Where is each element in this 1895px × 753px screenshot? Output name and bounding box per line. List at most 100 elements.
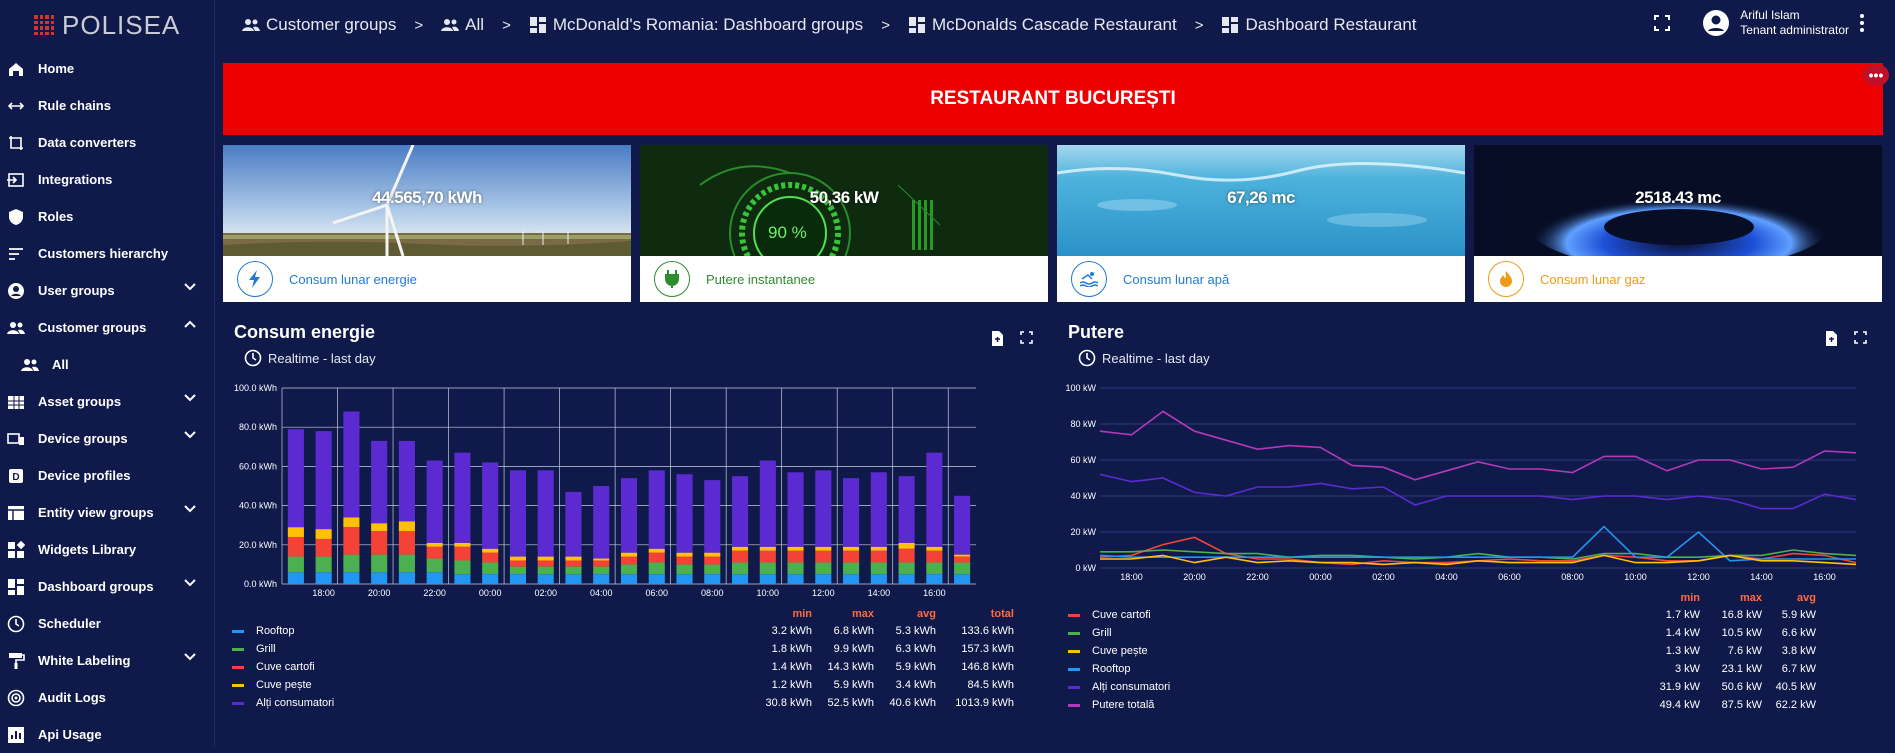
legend-min: 30.8 kWh xyxy=(765,697,812,709)
home-icon xyxy=(6,59,26,79)
hierarchy-icon xyxy=(6,244,26,264)
chevron-down-icon[interactable] xyxy=(184,653,196,661)
fullscreen-icon[interactable] xyxy=(1654,15,1671,31)
card-energy: 44.565,70 kWh Consum lunar energie xyxy=(223,145,631,302)
bar-segment xyxy=(482,574,499,584)
legend-row[interactable]: Cuve cartofi 1.4 kWh 14.3 kWh 5.9 kWh 146.8 … xyxy=(232,658,1014,676)
sidebar-item-device-profiles[interactable]: D Device profiles xyxy=(0,457,214,494)
sidebar-item-user-groups[interactable]: User groups xyxy=(0,272,214,309)
bar-segment xyxy=(509,574,527,584)
bar-segment xyxy=(926,550,943,563)
breadcrumb-item[interactable]: All xyxy=(441,15,484,35)
bar-segment xyxy=(815,546,832,551)
clock-icon xyxy=(244,349,262,367)
user-box[interactable]: Ariful Islam Tenant administrator xyxy=(1654,8,1865,38)
bar-segment xyxy=(426,572,443,584)
sidebar-item-data-converters[interactable]: Data converters xyxy=(0,124,214,161)
legend-series-name: Cuve pește xyxy=(256,679,312,691)
sidebar-item-label: Customers hierarchy xyxy=(38,246,169,261)
breadcrumb-item[interactable]: McDonalds Cascade Restaurant xyxy=(908,15,1177,35)
legend-row[interactable]: Alți consumatori 30.8 kWh 52.5 kWh 40.6 kWh… xyxy=(232,694,1014,712)
sidebar-item-white-labeling[interactable]: White Labeling xyxy=(0,642,214,679)
swimming-icon xyxy=(1071,261,1107,297)
breadcrumb-label: All xyxy=(465,15,485,34)
x-tick-label: 00:00 xyxy=(479,588,502,598)
legend-series-name: Alți consumatori xyxy=(256,697,335,709)
bar-segment xyxy=(954,574,971,584)
legend-max: 16.8 kW xyxy=(1721,609,1762,621)
sidebar-item-rule-chains[interactable]: Rule chains xyxy=(0,87,214,124)
legend-row[interactable]: Grill 1.4 kW 10.5 kW 6.6 kW xyxy=(1068,624,1816,642)
bar-segment xyxy=(620,556,638,565)
legend-row[interactable]: Grill 1.8 kWh 9.9 kWh 6.3 kWh 157.3 kWh xyxy=(232,640,1014,658)
legend-header-min: min xyxy=(792,608,812,620)
export-file-icon[interactable] xyxy=(991,331,1004,346)
chevron-down-icon[interactable] xyxy=(184,283,196,291)
legend-total: 157.3 kWh xyxy=(961,643,1014,655)
legend-row[interactable]: Cuve pește 1.3 kW 7.6 kW 3.8 kW xyxy=(1068,642,1816,660)
power-timewindow[interactable]: Realtime - last day xyxy=(1078,349,1210,367)
bar-segment xyxy=(787,574,804,584)
export-file-icon[interactable] xyxy=(1825,331,1838,346)
breadcrumb-item[interactable]: Dashboard Restaurant xyxy=(1221,15,1417,35)
chevron-down-icon[interactable] xyxy=(184,431,196,439)
legend-row[interactable]: Rooftop 3.2 kWh 6.8 kWh 5.3 kWh 133.6 kWh xyxy=(232,622,1014,640)
legend-series-name: Rooftop xyxy=(1092,663,1131,675)
sidebar-item-customers-hierarchy[interactable]: Customers hierarchy xyxy=(0,235,214,272)
breadcrumb-item[interactable]: Customer groups xyxy=(242,15,396,35)
chevron-down-icon[interactable] xyxy=(184,394,196,402)
logo[interactable]: POLISEA xyxy=(0,0,214,50)
legend-min: 3 kW xyxy=(1674,663,1700,675)
legend-swatch xyxy=(232,665,244,669)
legend-row[interactable]: Cuve cartofi 1.7 kW 16.8 kW 5.9 kW xyxy=(1068,606,1816,624)
sidebar-item-label: Asset groups xyxy=(38,394,122,409)
sidebar-item-device-groups[interactable]: Device groups xyxy=(0,420,214,457)
widget-menu-button[interactable]: ••• xyxy=(1863,65,1889,85)
energy-timewindow[interactable]: Realtime - last day xyxy=(244,349,376,367)
chevron-up-icon[interactable] xyxy=(184,320,196,328)
sidebar-item-label: Rule chains xyxy=(38,98,111,113)
plug-icon xyxy=(654,261,690,297)
breadcrumb-separator: > xyxy=(502,16,511,34)
sidebar-item-label: Widgets Library xyxy=(38,542,137,557)
gas-value: 2518.43 mc xyxy=(1635,188,1721,207)
bar-segment xyxy=(843,550,860,563)
energy-label: Consum lunar energie xyxy=(289,271,417,287)
bar-segment xyxy=(704,552,721,557)
sidebar-item-integrations[interactable]: Integrations xyxy=(0,161,214,198)
legend-swatch xyxy=(1068,631,1080,635)
sidebar-item-asset-groups[interactable]: Asset groups xyxy=(0,383,214,420)
bar-segment xyxy=(898,542,915,549)
bar-segment xyxy=(843,574,860,584)
more-vert-icon[interactable] xyxy=(1859,13,1865,33)
bar-segment xyxy=(648,574,665,584)
bar-segment xyxy=(343,411,360,518)
fullscreen-icon[interactable] xyxy=(1020,331,1033,344)
fullscreen-icon[interactable] xyxy=(1854,331,1867,344)
sidebar-item-scheduler[interactable]: Scheduler xyxy=(0,605,214,642)
bar-segment xyxy=(482,548,499,553)
sidebar-item-api-usage[interactable]: Api Usage xyxy=(0,716,214,753)
legend-row[interactable]: Alți consumatori 31.9 kW 50.6 kW 40.5 kW xyxy=(1068,678,1816,696)
sidebar-item-customer-groups[interactable]: Customer groups xyxy=(0,309,214,346)
chevron-down-icon[interactable] xyxy=(184,579,196,587)
sidebar-item-entity-view-groups[interactable]: Entity view groups xyxy=(0,494,214,531)
sidebar-item-home[interactable]: Home xyxy=(0,50,214,87)
sidebar-item-roles[interactable]: Roles xyxy=(0,198,214,235)
sidebar-item-dashboard-groups[interactable]: Dashboard groups xyxy=(0,568,214,605)
legend-row[interactable]: Rooftop 3 kW 23.1 kW 6.7 kW xyxy=(1068,660,1816,678)
sidebar-item-widgets-library[interactable]: Widgets Library xyxy=(0,531,214,568)
sidebar-item-all[interactable]: All xyxy=(0,346,214,383)
asset-groups-icon xyxy=(6,392,26,412)
legend-row[interactable]: Putere totală 49.4 kW 87.5 kW 62.2 kW xyxy=(1068,696,1816,714)
legend-row[interactable]: Cuve pește 1.2 kWh 5.9 kWh 3.4 kWh 84.5 kWh xyxy=(232,676,1014,694)
bar-segment xyxy=(676,564,693,575)
bar-segment xyxy=(926,452,943,547)
sidebar-item-audit-logs[interactable]: Audit Logs xyxy=(0,679,214,716)
account-avatar-icon[interactable] xyxy=(1702,9,1730,37)
chevron-down-icon[interactable] xyxy=(184,505,196,513)
legend-min: 1.3 kW xyxy=(1665,645,1700,657)
legend-avg: 5.3 kWh xyxy=(895,625,936,637)
bar-segment xyxy=(731,574,749,584)
breadcrumb-item[interactable]: McDonald's Romania: Dashboard groups xyxy=(529,15,863,35)
